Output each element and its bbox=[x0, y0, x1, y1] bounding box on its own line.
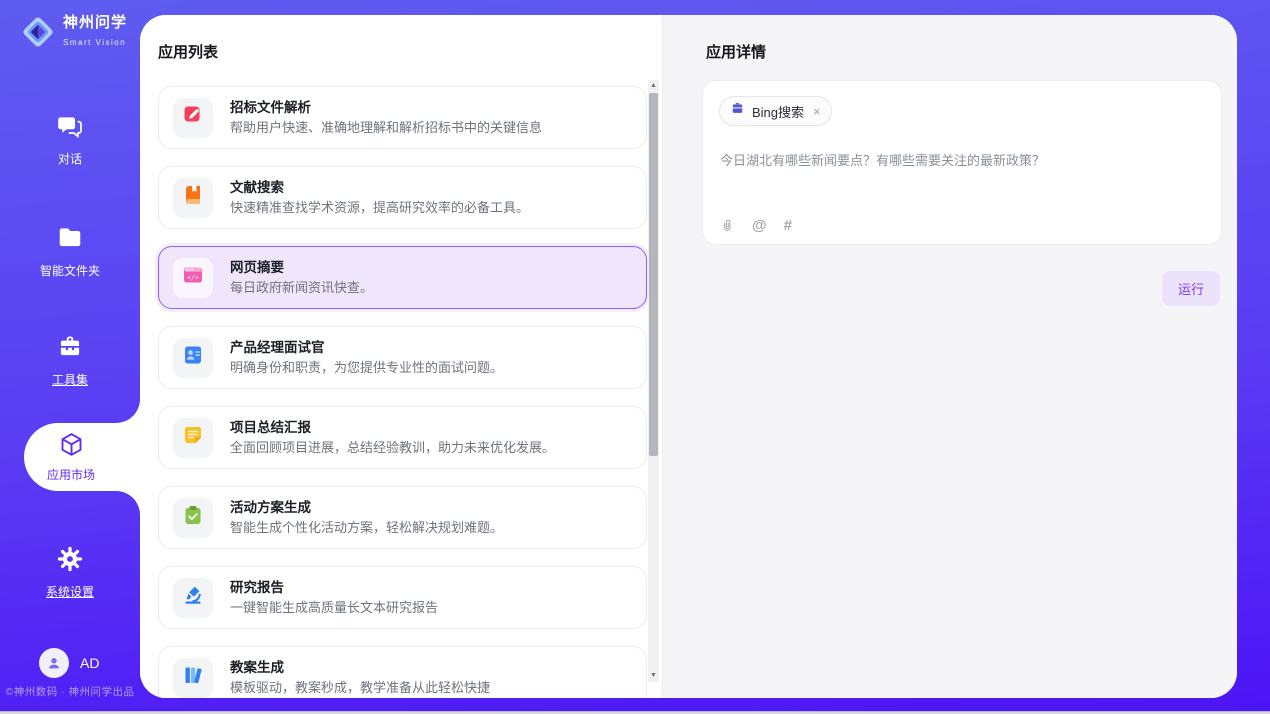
sidebar-item-0[interactable]: 对话 bbox=[0, 112, 140, 167]
brand-logo: 神州问学 Smart Vision bbox=[19, 13, 140, 51]
paperclip-icon[interactable] bbox=[720, 217, 735, 234]
chat-icon bbox=[56, 127, 84, 144]
sidebar-item-label: 系统设置 bbox=[0, 583, 140, 600]
user-account[interactable]: AD bbox=[39, 648, 99, 678]
app-name: 教案生成 bbox=[230, 659, 490, 676]
cube-icon bbox=[58, 431, 85, 463]
app-description: 模板驱动，教案秒成，教学准备从此轻松快捷 bbox=[230, 680, 490, 696]
scroll-down-icon[interactable]: ▼ bbox=[648, 670, 659, 682]
toolbox-icon bbox=[56, 348, 84, 365]
sidebar-item-4[interactable]: 系统设置 bbox=[0, 545, 140, 600]
app-detail-title: 应用详情 bbox=[706, 41, 766, 62]
book-icon bbox=[182, 184, 204, 211]
at-icon[interactable]: @ bbox=[752, 217, 767, 234]
app-name: 项目总结汇报 bbox=[230, 419, 555, 436]
app-description: 智能生成个性化活动方案，轻松解决规划难题。 bbox=[230, 520, 503, 536]
app-card-2-selected[interactable]: </> 网页摘要每日政府新闻资讯快查。 bbox=[158, 246, 647, 309]
user-name: AD bbox=[80, 655, 99, 671]
prompt-input-card[interactable]: Bing搜索 × 今日湖北有哪些新闻要点？有哪些需要关注的最新政策？ @# bbox=[702, 80, 1222, 245]
clipboard-check-icon bbox=[182, 504, 204, 531]
app-description: 快速精准查找学术资源，提高研究效率的必备工具。 bbox=[230, 200, 529, 216]
chip-close-icon[interactable]: × bbox=[813, 105, 821, 118]
sidebar-item-label: 应用市场 bbox=[47, 466, 95, 483]
run-button[interactable]: 运行 bbox=[1162, 271, 1220, 306]
books-icon bbox=[182, 664, 204, 691]
app-card-text: 研究报告一键智能生成高质量长文本研究报告 bbox=[230, 579, 438, 616]
input-toolbar: @# bbox=[720, 217, 792, 234]
app-cards: 招标文件解析帮助用户快速、准确地理解和解析招标书中的关键信息文献搜索快速精准查找… bbox=[158, 86, 647, 698]
app-card-text: 活动方案生成智能生成个性化活动方案，轻松解决规划难题。 bbox=[230, 499, 503, 536]
sidebar-item-label: 工具集 bbox=[0, 371, 140, 388]
active-nav-curve-top bbox=[116, 399, 140, 423]
scroll-up-icon[interactable]: ▲ bbox=[648, 80, 659, 92]
app-card-text: 产品经理面试官明确身份和职责，为您提供专业性的面试问题。 bbox=[230, 339, 503, 376]
browser-code-icon: </> bbox=[182, 264, 204, 291]
app-icon-tile bbox=[173, 578, 213, 618]
app-icon-tile bbox=[173, 498, 213, 538]
app-card-text: 文献搜索快速精准查找学术资源，提高研究效率的必备工具。 bbox=[230, 179, 529, 216]
app-list-scrollbar[interactable]: ▲ ▼ bbox=[648, 80, 659, 682]
app-name: 网页摘要 bbox=[230, 259, 373, 276]
sidebar-item-1[interactable]: 智能文件夹 bbox=[0, 224, 140, 279]
app-list-title: 应用列表 bbox=[158, 41, 662, 62]
doc-edit-icon bbox=[182, 104, 204, 131]
active-nav-curve-bottom bbox=[116, 491, 140, 515]
folder-icon bbox=[56, 239, 84, 256]
microscope-icon bbox=[182, 584, 204, 611]
app-card-5[interactable]: 活动方案生成智能生成个性化活动方案，轻松解决规划难题。 bbox=[158, 486, 647, 549]
copyright-footer: ©神州数码 · 神州问学出品 bbox=[0, 684, 140, 699]
app-description: 每日政府新闻资讯快查。 bbox=[230, 280, 373, 296]
briefcase-icon bbox=[730, 101, 745, 121]
app-icon-tile bbox=[173, 338, 213, 378]
app-description: 明确身份和职责，为您提供专业性的面试问题。 bbox=[230, 360, 503, 376]
sidebar-item-3-active[interactable]: 应用市场 bbox=[24, 423, 140, 491]
app-name: 产品经理面试官 bbox=[230, 339, 503, 356]
app-list-panel: 应用列表 招标文件解析帮助用户快速、准确地理解和解析招标书中的关键信息文献搜索快… bbox=[140, 15, 663, 698]
avatar[interactable] bbox=[39, 648, 69, 678]
content-frame: 应用列表 招标文件解析帮助用户快速、准确地理解和解析招标书中的关键信息文献搜索快… bbox=[140, 15, 1237, 698]
app-card-4[interactable]: 项目总结汇报全面回顾项目进展，总结经验教训，助力未来优化发展。 bbox=[158, 406, 647, 469]
app-icon-tile bbox=[173, 418, 213, 458]
brand-diamond-icon bbox=[19, 13, 57, 51]
app-card-1[interactable]: 文献搜索快速精准查找学术资源，提高研究效率的必备工具。 bbox=[158, 166, 647, 229]
app-name: 招标文件解析 bbox=[230, 99, 542, 116]
sidebar-item-label: 对话 bbox=[0, 150, 140, 167]
tool-chip-bing-search[interactable]: Bing搜索 × bbox=[719, 96, 832, 126]
app-card-0[interactable]: 招标文件解析帮助用户快速、准确地理解和解析招标书中的关键信息 bbox=[158, 86, 647, 149]
app-card-3[interactable]: 产品经理面试官明确身份和职责，为您提供专业性的面试问题。 bbox=[158, 326, 647, 389]
person-doc-icon bbox=[182, 344, 204, 371]
app-description: 帮助用户快速、准确地理解和解析招标书中的关键信息 bbox=[230, 120, 542, 136]
app-card-text: 教案生成模板驱动，教案秒成，教学准备从此轻松快捷 bbox=[230, 659, 490, 696]
brand-name: 神州问学 bbox=[63, 14, 127, 31]
app-detail-panel: 应用详情 Bing搜索 × 今日湖北有哪些新闻要点？有哪些需要关注的最新政策？ … bbox=[663, 15, 1237, 698]
tool-chip-label: Bing搜索 bbox=[752, 102, 804, 121]
sidebar: 神州问学 Smart Vision 对话智能文件夹工具集应用市场系统设置 AD … bbox=[0, 0, 140, 714]
app-icon-tile bbox=[173, 658, 213, 698]
sidebar-item-2[interactable]: 工具集 bbox=[0, 333, 140, 388]
app-card-text: 项目总结汇报全面回顾项目进展，总结经验教训，助力未来优化发展。 bbox=[230, 419, 555, 456]
app-card-6[interactable]: 研究报告一键智能生成高质量长文本研究报告 bbox=[158, 566, 647, 629]
app-icon-tile bbox=[173, 98, 213, 138]
app-name: 研究报告 bbox=[230, 579, 438, 596]
app-name: 活动方案生成 bbox=[230, 499, 503, 516]
scrollbar-thumb[interactable] bbox=[649, 93, 658, 456]
app-root: { "sidebar": { "brand": {"name": "神州问学",… bbox=[0, 0, 1270, 714]
query-text[interactable]: 今日湖北有哪些新闻要点？有哪些需要关注的最新政策？ bbox=[720, 151, 1206, 171]
note-icon bbox=[182, 424, 204, 451]
app-card-7[interactable]: 教案生成模板驱动，教案秒成，教学准备从此轻松快捷 bbox=[158, 646, 647, 698]
hash-icon[interactable]: # bbox=[784, 217, 792, 234]
gear-icon bbox=[56, 560, 84, 577]
app-icon-tile bbox=[173, 178, 213, 218]
app-icon-tile: </> bbox=[173, 258, 213, 298]
sidebar-item-label: 智能文件夹 bbox=[0, 262, 140, 279]
app-description: 一键智能生成高质量长文本研究报告 bbox=[230, 600, 438, 616]
app-description: 全面回顾项目进展，总结经验教训，助力未来优化发展。 bbox=[230, 440, 555, 456]
app-card-text: 招标文件解析帮助用户快速、准确地理解和解析招标书中的关键信息 bbox=[230, 99, 542, 136]
brand-subtitle: Smart Vision bbox=[63, 38, 126, 47]
svg-text:</>: </> bbox=[187, 274, 199, 282]
app-name: 文献搜索 bbox=[230, 179, 529, 196]
app-card-text: 网页摘要每日政府新闻资讯快查。 bbox=[230, 259, 373, 296]
